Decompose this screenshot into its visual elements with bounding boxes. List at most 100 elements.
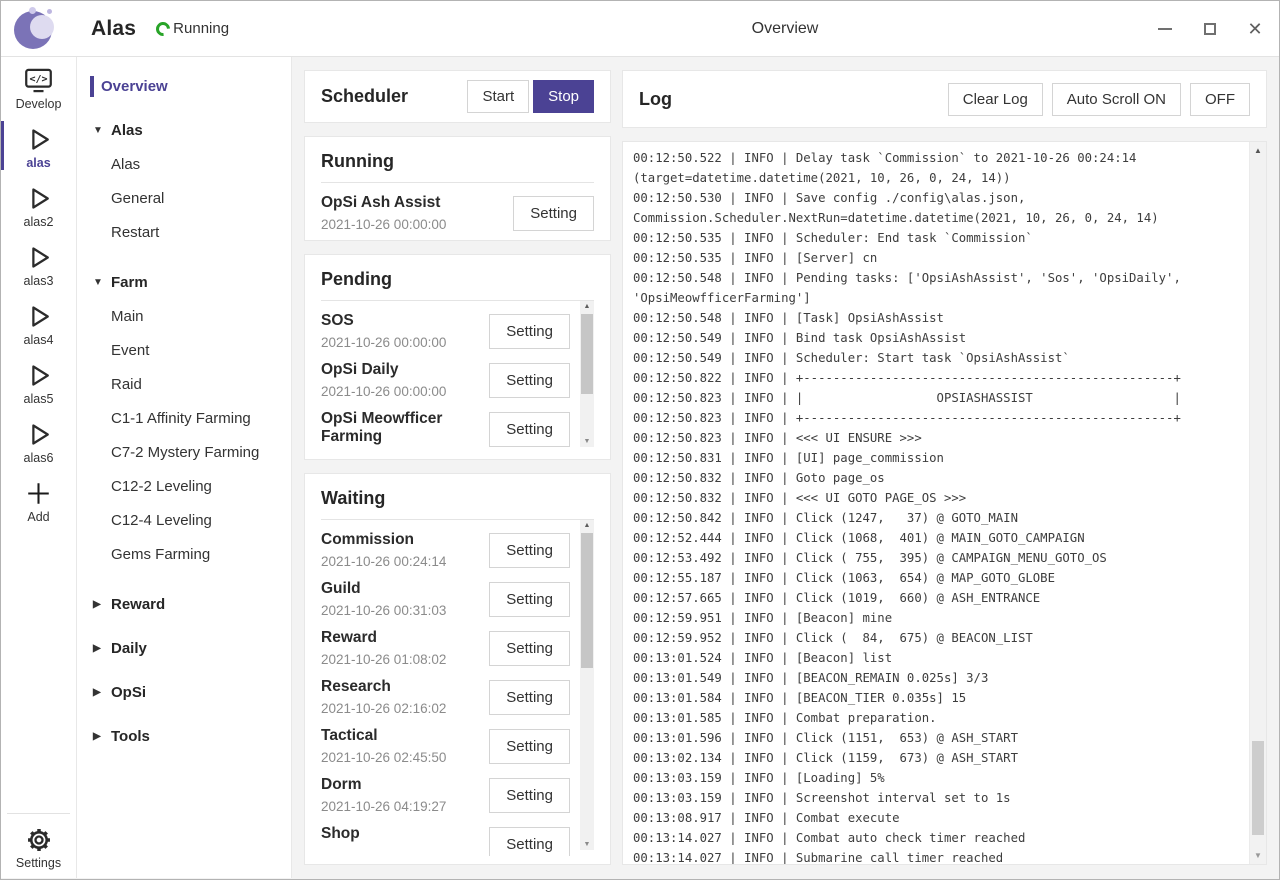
task-time: 2021-10-26 02:45:50 bbox=[321, 750, 481, 765]
log-output: 00:12:50.522 | INFO | Delay task `Commis… bbox=[623, 142, 1266, 865]
menu-group-alas[interactable]: ▼ Alas bbox=[77, 118, 291, 142]
menu-item-general[interactable]: General bbox=[77, 182, 291, 216]
rail-item-alas5[interactable]: alas5 bbox=[1, 352, 76, 411]
task-setting-button[interactable]: Setting bbox=[489, 412, 570, 447]
task-setting-button[interactable]: Setting bbox=[489, 533, 570, 568]
autoscroll-on-button[interactable]: Auto Scroll ON bbox=[1052, 83, 1181, 116]
menu-group-farm[interactable]: ▼ Farm bbox=[77, 270, 291, 294]
scheduler-status: Running bbox=[156, 20, 229, 37]
menu-item-gems-farming[interactable]: Gems Farming bbox=[77, 538, 291, 572]
minimize-button[interactable] bbox=[1157, 21, 1173, 37]
menu-item-raid[interactable]: Raid bbox=[77, 368, 291, 402]
rail-item-alas3[interactable]: alas3 bbox=[1, 234, 76, 293]
task-setting-button[interactable]: Setting bbox=[489, 729, 570, 764]
plus-icon bbox=[24, 479, 54, 509]
menu-item-event[interactable]: Event bbox=[77, 334, 291, 368]
task-name: Reward bbox=[321, 629, 481, 647]
close-button[interactable]: ✕ bbox=[1247, 21, 1263, 37]
waiting-title: Waiting bbox=[321, 482, 594, 520]
task-setting-button[interactable]: Setting bbox=[489, 314, 570, 349]
task-row: OpSi Meowfficer Farming Setting bbox=[321, 399, 570, 451]
sidebar-item-overview[interactable]: Overview bbox=[77, 75, 291, 98]
window-controls: ✕ bbox=[1157, 1, 1263, 56]
rail-item-settings[interactable]: Settings bbox=[1, 814, 76, 878]
scroll-up-icon[interactable]: ▲ bbox=[580, 303, 594, 310]
task-name: Tactical bbox=[321, 727, 481, 745]
settings-label: Settings bbox=[16, 856, 61, 870]
play-icon bbox=[24, 125, 54, 155]
task-setting-button[interactable]: Setting bbox=[489, 778, 570, 813]
play-icon bbox=[24, 302, 54, 332]
chevron-icon: ▶ bbox=[93, 687, 111, 698]
pending-card: Pending SOS 2021-10-26 00:00:00 Setting … bbox=[304, 254, 611, 460]
menu-item-main[interactable]: Main bbox=[77, 300, 291, 334]
task-setting-button[interactable]: Setting bbox=[489, 631, 570, 666]
svg-text:</>: </> bbox=[29, 74, 47, 85]
log-scroll-thumb[interactable] bbox=[1252, 741, 1264, 835]
task-setting-button[interactable]: Setting bbox=[513, 196, 594, 231]
task-name: Commission bbox=[321, 531, 481, 549]
scroll-down-icon[interactable]: ▼ bbox=[1250, 851, 1266, 860]
waiting-list: Commission 2021-10-26 00:24:14 Setting G… bbox=[321, 520, 594, 856]
rail-item-alas[interactable]: alas bbox=[1, 116, 76, 175]
menu-item-c12-2-leveling[interactable]: C12-2 Leveling bbox=[77, 470, 291, 504]
maximize-button[interactable] bbox=[1202, 21, 1218, 37]
waiting-scroll-thumb[interactable] bbox=[581, 533, 593, 668]
task-setting-button[interactable]: Setting bbox=[489, 827, 570, 856]
menu-group-daily[interactable]: ▶ Daily bbox=[77, 636, 291, 660]
task-row: OpSi Ash Assist 2021-10-26 00:00:00 Sett… bbox=[321, 183, 594, 232]
task-name: Research bbox=[321, 678, 481, 696]
rail-item-alas2[interactable]: alas2 bbox=[1, 175, 76, 234]
autoscroll-off-button[interactable]: OFF bbox=[1190, 83, 1250, 116]
rail-item-alas4[interactable]: alas4 bbox=[1, 293, 76, 352]
task-setting-button[interactable]: Setting bbox=[489, 363, 570, 398]
menu-item-c12-4-leveling[interactable]: C12-4 Leveling bbox=[77, 504, 291, 538]
main-area: </> Develop alas alas2 alas3 alas4 alas5… bbox=[1, 57, 1279, 878]
task-time: 2021-10-26 01:08:02 bbox=[321, 652, 481, 667]
task-name: OpSi Ash Assist bbox=[321, 194, 505, 212]
start-button[interactable]: Start bbox=[467, 80, 529, 113]
scroll-up-icon[interactable]: ▲ bbox=[580, 522, 594, 529]
stop-button[interactable]: Stop bbox=[533, 80, 594, 113]
menu-group-reward[interactable]: ▶ Reward bbox=[77, 592, 291, 616]
scroll-up-icon[interactable]: ▲ bbox=[1250, 146, 1266, 155]
task-setting-button[interactable]: Setting bbox=[489, 680, 570, 715]
log-header-card: Log Clear Log Auto Scroll ON OFF bbox=[622, 70, 1267, 128]
rail-item-add[interactable]: Add bbox=[1, 470, 76, 529]
rail-item-develop[interactable]: </> Develop bbox=[1, 57, 76, 116]
menu-item-c7-2-mystery-farming[interactable]: C7-2 Mystery Farming bbox=[77, 436, 291, 470]
task-row: Research 2021-10-26 02:16:02 Setting bbox=[321, 667, 570, 716]
menu-item-restart[interactable]: Restart bbox=[77, 216, 291, 250]
menu-item-c1-1-affinity-farming[interactable]: C1-1 Affinity Farming bbox=[77, 402, 291, 436]
task-time: 2021-10-26 00:00:00 bbox=[321, 335, 481, 350]
menu-item-alas[interactable]: Alas bbox=[77, 148, 291, 182]
task-time: 2021-10-26 00:00:00 bbox=[321, 384, 481, 399]
log-viewer[interactable]: 00:12:50.522 | INFO | Delay task `Commis… bbox=[622, 141, 1267, 865]
instance-rail: </> Develop alas alas2 alas3 alas4 alas5… bbox=[1, 57, 77, 878]
scroll-down-icon[interactable]: ▼ bbox=[580, 841, 594, 848]
pending-scrollbar[interactable]: ▲ ▼ bbox=[580, 301, 594, 447]
task-setting-button[interactable]: Setting bbox=[489, 582, 570, 617]
running-spinner-icon bbox=[153, 19, 173, 39]
task-row: Dorm 2021-10-26 04:19:27 Setting bbox=[321, 765, 570, 814]
task-time: 2021-10-26 04:19:27 bbox=[321, 799, 481, 814]
pending-title: Pending bbox=[321, 263, 594, 301]
menu-group-opsi[interactable]: ▶ OpSi bbox=[77, 680, 291, 704]
title-bar: Alas Running Overview ✕ bbox=[1, 1, 1279, 57]
task-row: Reward 2021-10-26 01:08:02 Setting bbox=[321, 618, 570, 667]
task-name: OpSi Daily bbox=[321, 361, 481, 379]
task-time: 2021-10-26 02:16:02 bbox=[321, 701, 481, 716]
waiting-scrollbar[interactable]: ▲ ▼ bbox=[580, 520, 594, 850]
menu-group-tools[interactable]: ▶ Tools bbox=[77, 724, 291, 748]
minimize-icon bbox=[1158, 28, 1172, 30]
clear-log-button[interactable]: Clear Log bbox=[948, 83, 1043, 116]
rail-item-alas6[interactable]: alas6 bbox=[1, 411, 76, 470]
running-card: Running OpSi Ash Assist 2021-10-26 00:00… bbox=[304, 136, 611, 241]
chevron-icon: ▼ bbox=[93, 277, 111, 288]
task-name: Dorm bbox=[321, 776, 481, 794]
scroll-down-icon[interactable]: ▼ bbox=[580, 438, 594, 445]
log-scrollbar[interactable]: ▲ ▼ bbox=[1249, 142, 1266, 864]
app-title: Alas bbox=[91, 17, 136, 41]
task-row: OpSi Daily 2021-10-26 00:00:00 Setting bbox=[321, 350, 570, 399]
pending-scroll-thumb[interactable] bbox=[581, 314, 593, 394]
